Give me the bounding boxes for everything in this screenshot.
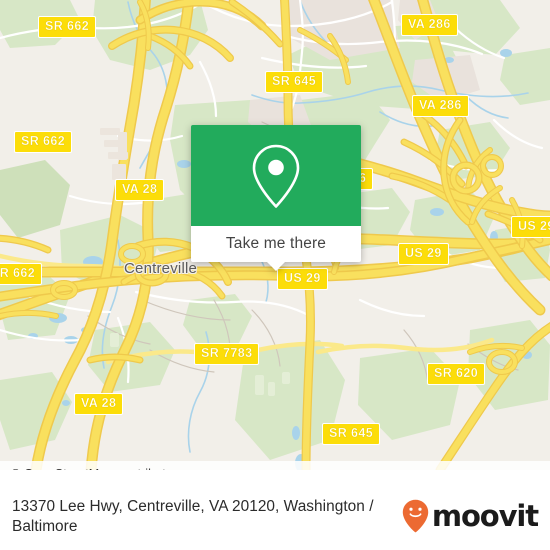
location-popup-card[interactable]: Take me there — [191, 125, 361, 271]
popup-card-header — [191, 125, 361, 226]
road-shield[interactable]: SR 662 — [14, 131, 73, 153]
address-text: 13370 Lee Hwy, Centreville, VA 20120, Wa… — [12, 498, 374, 536]
popup-card-tail — [267, 262, 285, 271]
moovit-wordmark: moovit — [431, 498, 539, 533]
map-attribution: © OpenStreetMap contributors — [0, 461, 550, 470]
road-shield[interactable]: SR 645 — [322, 423, 381, 445]
road-shield[interactable]: US 29 — [398, 243, 449, 265]
road-shield[interactable]: SR 620 — [427, 363, 486, 385]
take-me-there-label: Take me there — [225, 235, 327, 252]
moovit-pin-smiley-icon — [402, 499, 429, 533]
app-root: .green{fill:#d7e7c6;} .greend{fill:#cee0… — [0, 0, 550, 550]
popup-card-action[interactable]: Take me there — [191, 226, 361, 271]
attribution-text: © OpenStreetMap contributors — [11, 467, 184, 470]
road-shield[interactable]: SR 662 — [38, 16, 97, 38]
road-shield[interactable]: VA 286 — [412, 95, 469, 117]
moovit-logo[interactable]: moovit — [402, 497, 539, 533]
map-pin-icon — [252, 144, 300, 208]
road-shield[interactable]: US 29 — [277, 268, 328, 290]
road-shield[interactable]: US 29 — [511, 216, 550, 238]
place-label-centreville: Centreville — [124, 260, 198, 277]
road-shield[interactable]: VA 286 — [401, 14, 458, 36]
road-shield[interactable]: SR 645 — [265, 71, 324, 93]
road-shield[interactable]: SR 7783 — [194, 343, 260, 365]
road-shield[interactable]: VA 28 — [74, 393, 124, 415]
road-shield[interactable]: VA 28 — [115, 179, 165, 201]
footer-bar: 13370 Lee Hwy, Centreville, VA 20120, Wa… — [0, 487, 550, 550]
road-shield[interactable]: SR 662 — [0, 263, 43, 285]
